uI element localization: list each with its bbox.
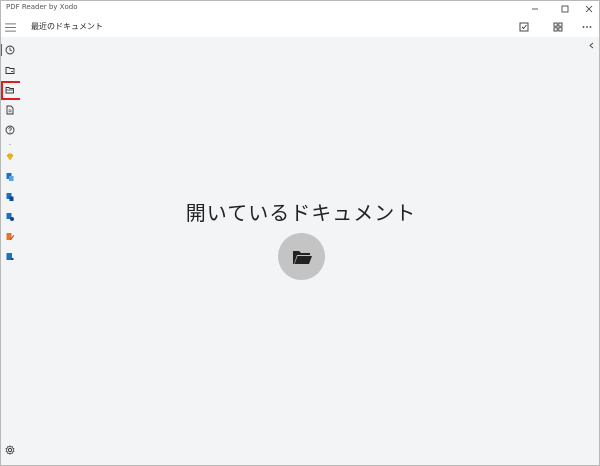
clock-icon	[5, 45, 15, 55]
folder-icon	[5, 67, 15, 74]
help-icon	[5, 125, 15, 135]
document-icon	[6, 105, 14, 115]
checkbox-icon	[519, 22, 529, 32]
toolbar: 最近のドキュメント	[0, 17, 600, 37]
sidebar-item-sign[interactable]	[2, 249, 18, 265]
folder-open-icon	[5, 87, 14, 94]
pdf-merge-icon	[6, 193, 14, 201]
pdf-split-icon	[6, 213, 14, 221]
pdf-sign-icon	[6, 253, 14, 260]
sidebar-item-folders[interactable]	[2, 62, 18, 78]
open-document-button[interactable]	[278, 233, 325, 280]
settings-button[interactable]	[2, 442, 18, 458]
hamburger-menu-button[interactable]	[4, 21, 17, 33]
sidebar-item-merge[interactable]	[2, 189, 18, 205]
minimize-icon	[532, 8, 538, 9]
minimize-button[interactable]	[522, 0, 548, 17]
diamond-icon	[6, 153, 14, 161]
chevron-left-icon	[588, 42, 593, 48]
close-icon	[585, 5, 593, 12]
more-icon	[582, 26, 592, 28]
grid-view-button[interactable]	[550, 19, 566, 35]
maximize-icon	[561, 5, 569, 12]
more-options-button[interactable]	[579, 19, 595, 35]
sidebar-item-premium[interactable]	[2, 149, 18, 165]
right-panel-strip	[582, 37, 600, 466]
title-bar: PDF Reader by Xodo	[0, 0, 600, 17]
gear-icon	[5, 445, 15, 455]
pdf-edit-icon	[6, 233, 15, 241]
main-content: 開いているドキュメント	[20, 37, 582, 466]
folder-open-icon	[292, 250, 312, 264]
sidebar-item-recent[interactable]	[0, 42, 18, 58]
grid-icon	[553, 22, 563, 32]
sidebar-item-help[interactable]	[2, 122, 18, 138]
sidebar-item-split[interactable]	[2, 209, 18, 225]
select-button[interactable]	[516, 19, 532, 35]
sidebar	[0, 37, 20, 466]
pdf-convert-icon	[6, 173, 14, 181]
sidebar-item-open-folder[interactable]	[2, 82, 18, 98]
sidebar-separator	[9, 144, 11, 145]
open-documents-heading: 開いているドキュメント	[185, 201, 417, 225]
close-button[interactable]	[576, 0, 600, 17]
maximize-button[interactable]	[552, 0, 578, 17]
sidebar-item-convert[interactable]	[2, 169, 18, 185]
page-title: 最近のドキュメント	[31, 22, 103, 31]
app-title: PDF Reader by Xodo	[6, 3, 78, 11]
panel-collapse-button[interactable]	[585, 39, 597, 51]
sidebar-item-document[interactable]	[2, 102, 18, 118]
hamburger-icon	[5, 22, 16, 32]
sidebar-item-edit[interactable]	[2, 229, 18, 245]
